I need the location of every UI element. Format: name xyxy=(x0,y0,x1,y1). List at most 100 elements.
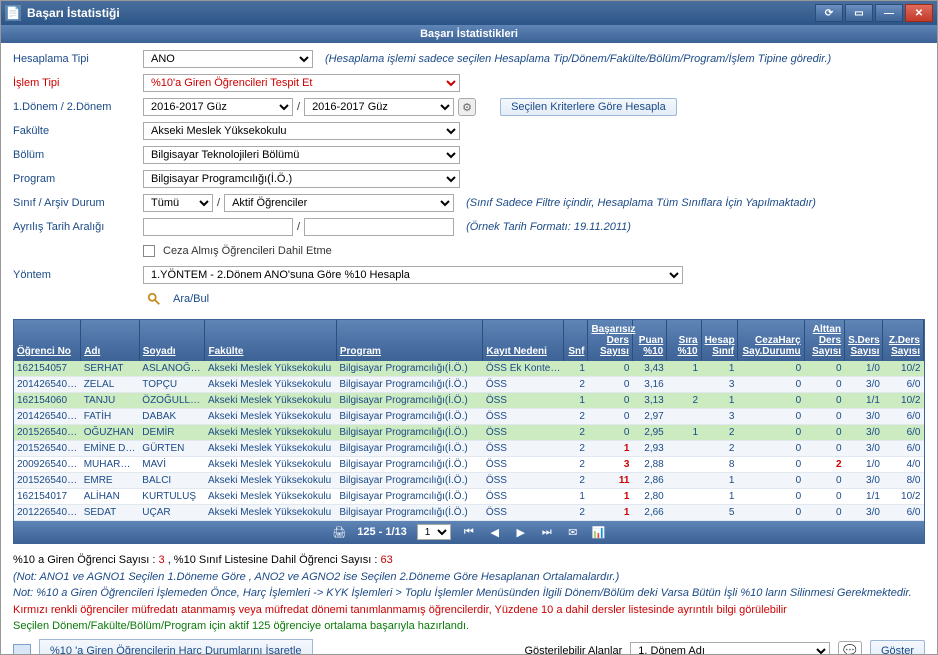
footer-controls: %10 'a Giren Öğrencilerin Harç Durumları… xyxy=(13,639,925,655)
pager-last-icon[interactable]: ⏭ xyxy=(539,524,555,540)
col-header[interactable]: Program xyxy=(336,320,483,361)
slash-sep3: / xyxy=(297,221,300,233)
table-row[interactable]: 20152654045OĞUZHANDEMİRAkseki Meslek Yük… xyxy=(14,425,924,441)
col-header[interactable]: Snf xyxy=(564,320,588,361)
col-header[interactable]: Sıra %10 xyxy=(667,320,701,361)
table-cell: 2,97 xyxy=(632,409,666,425)
table-cell: 0 xyxy=(737,457,804,473)
table-cell: 2 xyxy=(564,409,588,425)
note-hesap: (Hesaplama işlemi sadece seçilen Hesapla… xyxy=(325,53,831,65)
search-icon[interactable] xyxy=(143,290,165,308)
export-icon[interactable]: 📊 xyxy=(591,524,607,540)
col-header[interactable]: CezaHarç Say.Durumu xyxy=(737,320,804,361)
table-cell: Bilgisayar Programcılığı(İ.Ö.) xyxy=(336,441,483,457)
table-cell: 1 xyxy=(588,505,632,521)
col-header[interactable]: S.Ders Sayısı xyxy=(845,320,883,361)
table-cell: 0 xyxy=(588,377,632,393)
table-row[interactable]: 20092654034MUHARREMMAVİAkseki Meslek Yük… xyxy=(14,457,924,473)
table-row[interactable]: 20152654009EMİNE DUDUGÜRTENAkseki Meslek… xyxy=(14,441,924,457)
table-row[interactable]: 20152654002EMREBALCIAkseki Meslek Yüksek… xyxy=(14,473,924,489)
table-cell: 3 xyxy=(701,409,737,425)
footer: %10 a Giren Öğrenci Sayısı : 3 , %10 Sın… xyxy=(1,544,937,654)
table-cell: 2 xyxy=(701,425,737,441)
table-cell: 11 xyxy=(588,473,632,489)
input-tarih1[interactable] xyxy=(143,218,293,236)
table-row[interactable]: 162154060TANJUÖZOĞULLARIAkseki Meslek Yü… xyxy=(14,393,924,409)
table-cell: 6/0 xyxy=(883,377,924,393)
select-arsiv[interactable]: Aktif Öğrenciler xyxy=(224,194,454,212)
select-fakulte[interactable]: Akseki Meslek Yüksekokulu xyxy=(143,122,460,140)
table-cell: 0 xyxy=(737,441,804,457)
table-cell: 0 xyxy=(737,361,804,377)
table-cell: Akseki Meslek Yüksekokulu xyxy=(205,361,336,377)
col-header[interactable]: Fakülte xyxy=(205,320,336,361)
table-cell: 20152654002 xyxy=(14,473,81,489)
col-header[interactable]: Adı xyxy=(81,320,140,361)
select-sinif[interactable]: Tümü xyxy=(143,194,213,212)
pager-info: 125 - 1/13 xyxy=(357,526,407,538)
close-button[interactable]: ✕ xyxy=(905,4,933,22)
table-row[interactable]: 20142654023FATİHDABAKAkseki Meslek Yükse… xyxy=(14,409,924,425)
select-donem2[interactable]: 2016-2017 Güz xyxy=(304,98,454,116)
table-cell: 1 xyxy=(667,425,701,441)
col-header[interactable]: Alttan Ders Sayısı xyxy=(804,320,844,361)
col-header[interactable]: Hesap Sınıf xyxy=(701,320,737,361)
table-cell: 1 xyxy=(701,489,737,505)
table-cell: 6/0 xyxy=(883,505,924,521)
table-cell: Bilgisayar Programcılığı(İ.Ö.) xyxy=(336,377,483,393)
table-cell: 1 xyxy=(701,393,737,409)
isaretle-button[interactable]: %10 'a Giren Öğrencilerin Harç Durumları… xyxy=(39,639,313,655)
table-cell: 0 xyxy=(804,489,844,505)
label-bolum: Bölüm xyxy=(13,149,143,161)
table-cell: Bilgisayar Programcılığı(İ.Ö.) xyxy=(336,473,483,489)
select-islem-tipi[interactable]: %10'a Giren Öğrencileri Tespit Et xyxy=(143,74,460,92)
table-cell: 3,43 xyxy=(632,361,666,377)
select-yontem[interactable]: 1.YÖNTEM - 2.Dönem ANO'suna Göre %10 Hes… xyxy=(143,266,683,284)
select-donem1[interactable]: 2016-2017 Güz xyxy=(143,98,293,116)
pager-next-icon[interactable]: ▶ xyxy=(513,524,529,540)
minimize-button[interactable]: — xyxy=(875,4,903,22)
table-row[interactable]: 20142654039ZELALTOPÇUAkseki Meslek Yükse… xyxy=(14,377,924,393)
pager-page-select[interactable]: 1 xyxy=(417,524,451,540)
print-icon[interactable]: 🖨 xyxy=(331,524,347,540)
restore-button[interactable]: ▭ xyxy=(845,4,873,22)
select-hesap-tipi[interactable]: ANO xyxy=(143,50,313,68)
col-header[interactable]: Soyadı xyxy=(139,320,205,361)
col-header[interactable]: Puan %10 xyxy=(632,320,666,361)
select-bolum[interactable]: Bilgisayar Teknolojileri Bölümü xyxy=(143,146,460,164)
col-header[interactable]: Kayıt Nedeni xyxy=(483,320,564,361)
pager-first-icon[interactable]: ⏮ xyxy=(461,524,477,540)
table-row[interactable]: 20122654038SEDATUÇARAkseki Meslek Yüksek… xyxy=(14,505,924,521)
pager-prev-icon[interactable]: ◀ xyxy=(487,524,503,540)
table-cell: 1 xyxy=(701,361,737,377)
goster-button[interactable]: Göster xyxy=(870,640,925,655)
table-row[interactable]: 162154017ALİHANKURTULUŞAkseki Meslek Yük… xyxy=(14,489,924,505)
table-cell: 0 xyxy=(804,441,844,457)
col-header[interactable]: Başarısız Ders Sayısı xyxy=(588,320,632,361)
mail-icon[interactable]: ✉ xyxy=(565,524,581,540)
checkbox-ceza[interactable] xyxy=(143,245,155,257)
select-goster-alanlar[interactable]: 1. Dönem Adı xyxy=(630,642,830,654)
table-cell: 3 xyxy=(588,457,632,473)
arabul-button[interactable]: Ara/Bul xyxy=(169,293,213,305)
table-cell: 0 xyxy=(737,409,804,425)
input-tarih2[interactable] xyxy=(304,218,454,236)
table-cell: Akseki Meslek Yüksekokulu xyxy=(205,489,336,505)
select-program[interactable]: Bilgisayar Programcılığı(İ.Ö.) xyxy=(143,170,460,188)
speech-icon[interactable]: 💬 xyxy=(838,641,862,655)
table-cell: GÜRTEN xyxy=(139,441,205,457)
label-donem: 1.Dönem / 2.Dönem xyxy=(13,101,143,113)
table-cell: 3/0 xyxy=(845,409,883,425)
refresh-button[interactable]: ⟳ xyxy=(815,4,843,22)
table-cell: 1/0 xyxy=(845,361,883,377)
table-cell: Bilgisayar Programcılığı(İ.Ö.) xyxy=(336,361,483,377)
table-cell: DEMİR xyxy=(139,425,205,441)
col-header[interactable]: Öğrenci No xyxy=(14,320,81,361)
pager: 🖨 125 - 1/13 1 ⏮ ◀ ▶ ⏭ ✉ 📊 xyxy=(14,521,924,543)
hesapla-button[interactable]: Seçilen Kriterlere Göre Hesapla xyxy=(500,98,677,116)
table-row[interactable]: 162154057SERHATASLANOĞLUAkseki Meslek Yü… xyxy=(14,361,924,377)
col-header[interactable]: Z.Ders Sayısı xyxy=(883,320,924,361)
gear-icon[interactable]: ⚙ xyxy=(458,98,476,116)
table-cell: Bilgisayar Programcılığı(İ.Ö.) xyxy=(336,393,483,409)
table-cell: 8 xyxy=(701,457,737,473)
